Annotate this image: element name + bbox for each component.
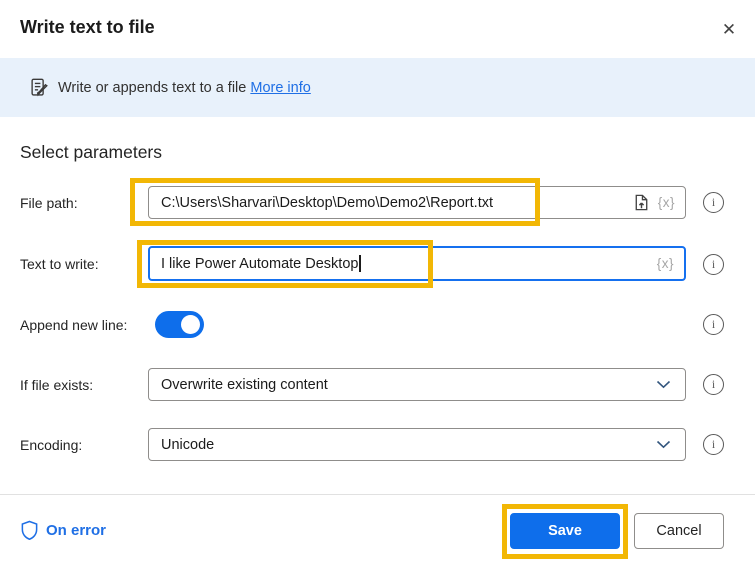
chevron-down-icon [656, 380, 671, 389]
encoding-info-icon[interactable]: i [703, 434, 724, 455]
if-file-exists-dropdown[interactable]: Overwrite existing content [148, 368, 686, 401]
if-file-exists-label: If file exists: [20, 377, 94, 393]
info-banner: Write or appends text to a file More inf… [0, 58, 755, 117]
encoding-label: Encoding: [20, 437, 83, 453]
shield-icon [20, 520, 39, 541]
write-text-to-file-dialog: Write text to file ✕ Write or appends te… [0, 0, 755, 565]
write-file-icon [28, 76, 50, 100]
footer-divider [0, 494, 755, 495]
append-new-line-toggle[interactable] [155, 311, 204, 338]
banner-description: Write or appends text to a file [58, 79, 251, 96]
file-path-input[interactable]: C:\Users\Sharvari\Desktop\Demo\Demo2\Rep… [148, 186, 686, 219]
select-file-icon[interactable] [632, 193, 651, 212]
if-file-exists-value: Overwrite existing content [161, 376, 328, 393]
variable-picker-icon[interactable]: {x} [658, 195, 675, 210]
text-to-write-input[interactable]: I like Power Automate Desktop {x} [148, 246, 686, 281]
close-icon[interactable]: ✕ [716, 16, 742, 42]
append-new-line-label: Append new line: [20, 317, 128, 333]
text-to-write-label: Text to write: [20, 256, 99, 272]
file-path-info-icon[interactable]: i [703, 192, 724, 213]
save-button[interactable]: Save [510, 513, 620, 549]
banner-text: Write or appends text to a file More inf… [58, 80, 311, 96]
text-to-write-value: I like Power Automate Desktop [161, 255, 359, 272]
if-file-exists-info-icon[interactable]: i [703, 374, 724, 395]
text-cursor [359, 255, 361, 272]
cancel-button[interactable]: Cancel [634, 513, 724, 549]
on-error-button[interactable]: On error [20, 520, 106, 541]
select-parameters-heading: Select parameters [20, 142, 163, 162]
append-new-line-info-icon[interactable]: i [703, 314, 724, 335]
more-info-link[interactable]: More info [250, 80, 310, 96]
dialog-title: Write text to file [20, 17, 155, 37]
file-path-value: C:\Users\Sharvari\Desktop\Demo\Demo2\Rep… [161, 194, 493, 211]
chevron-down-icon [656, 440, 671, 449]
encoding-dropdown[interactable]: Unicode [148, 428, 686, 461]
file-path-label: File path: [20, 195, 78, 211]
encoding-value: Unicode [161, 436, 215, 453]
on-error-label: On error [46, 522, 107, 539]
variable-picker-icon[interactable]: {x} [657, 256, 674, 271]
text-to-write-info-icon[interactable]: i [703, 254, 724, 275]
toggle-knob [181, 315, 200, 334]
